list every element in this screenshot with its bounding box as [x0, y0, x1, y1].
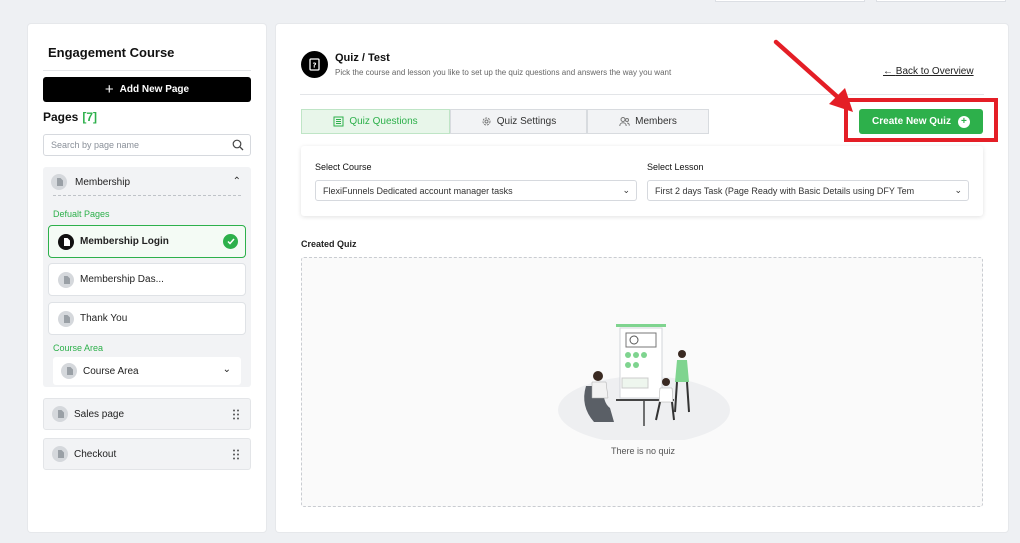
tab-label: Members [635, 116, 677, 127]
plus-icon: + [104, 81, 114, 98]
tab-quiz-settings[interactable]: Quiz Settings [450, 109, 587, 134]
select-course-label: Select Course [315, 162, 372, 172]
divider [300, 94, 984, 95]
page-item-sales-page[interactable]: Sales page [43, 398, 251, 430]
course-area-dropdown-label: Course Area [83, 365, 139, 377]
tab-members[interactable]: Members [587, 109, 709, 134]
add-new-page-button[interactable]: + Add New Page [43, 77, 251, 102]
page-icon [58, 233, 74, 250]
page-icon [58, 310, 74, 327]
page-icon [61, 363, 77, 379]
page-search-input[interactable] [44, 135, 224, 155]
page-title: Quiz / Test [335, 52, 390, 64]
page-icon [58, 271, 74, 288]
membership-group-header[interactable]: Membership ⌃ [43, 167, 251, 197]
course-lesson-selector: Select Course FlexiFunnels Dedicated acc… [301, 146, 983, 216]
add-new-page-label: Add New Page [119, 84, 190, 95]
check-icon [223, 234, 238, 249]
chevron-down-icon: ⌄ [951, 185, 962, 196]
select-course-value: FlexiFunnels Dedicated account manager t… [323, 185, 513, 196]
gear-icon [482, 117, 491, 126]
pages-sidebar: Engagement Course + Add New Page Pages [7… [28, 24, 266, 532]
page-icon [52, 446, 68, 462]
page-item-membership-dashboard[interactable]: Membership Das... [48, 263, 246, 296]
top-toolbar-item[interactable] [715, 0, 865, 2]
empty-quiz-illustration [558, 324, 730, 440]
select-course-dropdown[interactable]: FlexiFunnels Dedicated account manager t… [315, 180, 637, 201]
divider [53, 195, 241, 196]
page-item-membership-login[interactable]: Membership Login [48, 225, 246, 258]
created-quiz-heading: Created Quiz [301, 239, 357, 249]
course-area-dropdown[interactable]: Course Area ⌄ [53, 357, 241, 385]
chevron-down-icon: ⌄ [222, 364, 231, 375]
select-lesson-label: Select Lesson [647, 162, 704, 172]
page-item-label: Sales page [74, 408, 125, 420]
quiz-panel: ? Quiz / Test Pick the course and lesson… [276, 24, 1008, 532]
top-toolbar-item[interactable] [876, 0, 1006, 2]
membership-group-label: Membership [75, 176, 131, 188]
page-subtitle: Pick the course and lesson you like to s… [335, 68, 672, 77]
quiz-tabs: Quiz Questions Quiz Settings Members [301, 109, 709, 134]
course-title: Engagement Course [48, 45, 175, 60]
select-lesson-value: First 2 days Task (Page Ready with Basic… [655, 185, 915, 196]
page-item-label: Checkout [74, 448, 117, 460]
drag-handle-icon[interactable] [232, 449, 240, 460]
highlight-box [844, 98, 998, 142]
membership-group: Membership ⌃ Defualt Pages Membership Lo… [43, 167, 251, 387]
page-icon [51, 174, 67, 190]
red-arrow-annotation [773, 39, 853, 112]
list-icon [333, 116, 344, 127]
page-item-label: Thank You [80, 313, 128, 324]
back-to-overview-label: Back to Overview [895, 66, 974, 77]
svg-text:?: ? [312, 61, 316, 69]
pages-label: Pages [43, 110, 79, 124]
tab-quiz-questions[interactable]: Quiz Questions [301, 109, 450, 134]
arrow-left-icon: ← [883, 66, 893, 77]
quiz-icon: ? [301, 51, 328, 78]
page-item-thank-you[interactable]: Thank You [48, 302, 246, 335]
page-item-label: Membership Das... [80, 274, 164, 285]
page-item-checkout[interactable]: Checkout [43, 438, 251, 470]
page-icon [52, 406, 68, 422]
created-quiz-empty-state: There is no quiz [301, 257, 983, 507]
page-search [43, 134, 251, 156]
default-pages-label: Defualt Pages [53, 209, 110, 219]
divider [43, 70, 251, 71]
course-area-label: Course Area [53, 343, 104, 353]
users-icon [619, 117, 630, 127]
select-lesson-dropdown[interactable]: First 2 days Task (Page Ready with Basic… [647, 180, 969, 201]
chevron-up-icon[interactable]: ⌃ [233, 176, 241, 187]
pages-heading: Pages [7] [43, 110, 97, 124]
tab-label: Quiz Settings [496, 116, 557, 127]
drag-handle-icon[interactable] [232, 409, 240, 420]
page-item-label: Membership Login [80, 236, 169, 247]
empty-state-message: There is no quiz [610, 446, 676, 456]
pages-count: [7] [82, 110, 98, 124]
chevron-down-icon: ⌄ [619, 185, 630, 196]
back-to-overview-link[interactable]: ← Back to Overview [883, 66, 974, 77]
tab-label: Quiz Questions [349, 116, 418, 127]
search-icon[interactable] [232, 139, 244, 151]
